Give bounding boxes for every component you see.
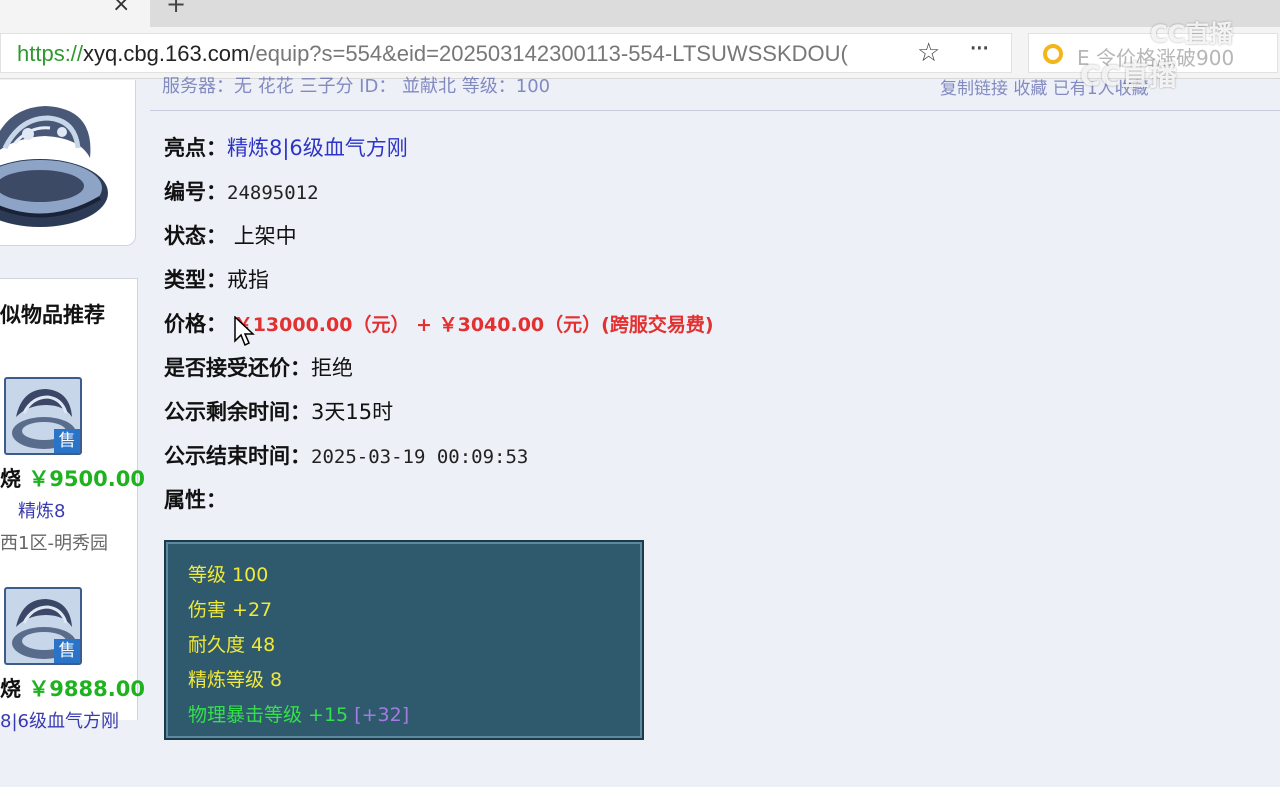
recommended-item-price[interactable]: 烧 ￥9500.00 (0, 463, 145, 493)
recommended-item-prefix: 烧 (0, 467, 21, 491)
bookmark-star-icon[interactable]: ☆ (917, 38, 940, 68)
similar-items-panel: 似物品推荐 售 烧 ￥9500.00 精炼8 西1区-明秀园 售 烧 ￥9888… (0, 278, 145, 732)
for-sale-badge: 售 (54, 429, 80, 453)
recommended-item-prefix: 烧 (0, 677, 21, 701)
attributes-label: 属性： (164, 488, 227, 512)
watermark-logo-bottom: CC直播 (1080, 59, 1178, 92)
remaining-time-row: 公示剩余时间：3天15时 (164, 396, 393, 428)
item-image-panel (0, 80, 136, 246)
end-time-row: 公示结束时间：2025-03-19 00:09:53 (164, 440, 528, 472)
end-time-label: 公示结束时间： (164, 444, 311, 468)
url-path: /equip?s=554&eid=202503142300113-554-LTS… (249, 41, 848, 66)
recommended-item-price[interactable]: 烧 ￥9888.00 (0, 673, 145, 703)
attr-refine-level: 精炼等级 8 (188, 669, 283, 691)
address-bar[interactable]: https://xyq.cbg.163.com/equip?s=554&eid=… (0, 33, 1012, 73)
attr-level: 等级 100 (188, 564, 269, 586)
remaining-time-label: 公示剩余时间： (164, 400, 311, 424)
tab-strip: × + (0, 0, 1280, 27)
highlight-value: 精炼8|6级血气方刚 (227, 136, 408, 160)
price-label: 价格： (164, 312, 227, 336)
url-host: xyq.cbg.163.com (83, 41, 250, 66)
mouse-cursor-icon (234, 316, 255, 347)
more-menu-icon[interactable]: ··· (969, 34, 990, 64)
header-info-cut: 服务器：无 花花 三子分 ID： 並献北 等级：100 (162, 76, 551, 97)
recommended-item-name[interactable]: 精炼8 (18, 497, 65, 523)
type-label: 类型： (164, 268, 227, 292)
id-value: 24895012 (227, 182, 319, 204)
search-engine-icon (1043, 44, 1063, 64)
attr-crit-text: 物理暴击等级 +15 (188, 704, 349, 726)
attr-durability: 耐久度 48 (188, 634, 276, 656)
highlight-label: 亮点： (164, 136, 227, 160)
counter-offer-row: 是否接受还价：拒绝 (164, 352, 353, 384)
recommended-item-price-value: ￥9888.00 (28, 677, 145, 701)
type-value: 戒指 (227, 268, 269, 292)
recommended-item-price-value: ￥9500.00 (28, 467, 145, 491)
attr-damage: 伤害 +27 (188, 599, 273, 621)
type-row: 类型：戒指 (164, 264, 269, 296)
browser-tab[interactable]: × (0, 0, 150, 27)
recommended-item-server: 西1区-明秀园 (0, 533, 108, 554)
end-time-value: 2025-03-19 00:09:53 (311, 446, 529, 468)
price-value: ￥13000.00（元） + ￥3040.00（元）(跨服交易费) (233, 314, 714, 336)
highlight-row: 亮点：精炼8|6级血气方刚 (164, 132, 408, 164)
recommended-item[interactable]: 售 烧 ￥9500.00 精炼8 西1区-明秀园 (0, 377, 145, 577)
ring-thumbnail-icon[interactable]: 售 (4, 587, 82, 665)
status-label: 状态： (164, 224, 227, 248)
id-label: 编号： (164, 180, 227, 204)
counter-offer-label: 是否接受还价： (164, 356, 311, 380)
new-tab-icon[interactable]: + (166, 0, 186, 18)
url-text[interactable]: https://xyq.cbg.163.com/equip?s=554&eid=… (17, 41, 902, 67)
url-scheme: https:// (17, 41, 84, 66)
attribute-panel: 等级 100 伤害 +27 耐久度 48 精炼等级 8 物理暴击等级 +15 [… (164, 540, 644, 740)
for-sale-badge: 售 (54, 639, 80, 663)
similar-items-title: 似物品推荐 (0, 303, 105, 327)
close-tab-icon[interactable]: × (112, 0, 130, 17)
recommended-item[interactable]: 售 烧 ￥9888.00 8|6级血气方刚 (0, 587, 145, 787)
attr-crit-extra: [+32] (354, 704, 410, 726)
recommended-item-name[interactable]: 8|6级血气方刚 (0, 707, 119, 733)
attr-crit: 物理暴击等级 +15 [+32] (188, 700, 409, 727)
status-value: 上架中 (233, 224, 297, 248)
ring-image-icon (0, 106, 108, 227)
remaining-time-value: 3天15时 (311, 400, 394, 424)
ring-thumbnail-icon[interactable]: 售 (4, 377, 82, 455)
id-row: 编号：24895012 (164, 176, 319, 208)
attributes-row: 属性： (164, 484, 227, 516)
watermark-logo-top: CC直播 (1150, 20, 1234, 48)
counter-offer-value: 拒绝 (311, 356, 353, 380)
header-divider (150, 110, 1280, 111)
status-row: 状态： 上架中 (164, 220, 297, 252)
